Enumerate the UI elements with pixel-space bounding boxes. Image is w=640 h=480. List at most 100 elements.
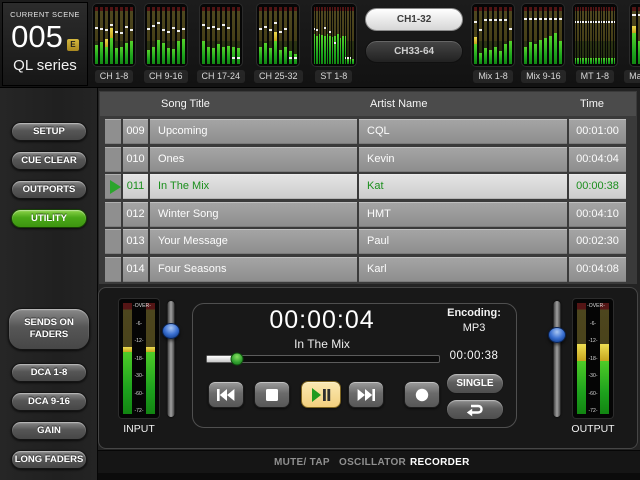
meter-bar	[509, 7, 512, 64]
meter-bar	[334, 7, 336, 64]
transport-next-button[interactable]	[348, 381, 384, 408]
scene-panel[interactable]: CURRENT SCENE 005 E QL series	[2, 2, 88, 86]
meter-bar	[603, 7, 605, 64]
artist-name-cell: Kevin	[359, 147, 567, 172]
meter-bar	[125, 7, 128, 64]
meter-group-label: Mix 9-16	[521, 70, 566, 83]
sidebar-button-dca-1-8[interactable]: DCA 1-8	[11, 363, 87, 382]
song-time-cell: 00:04:08	[569, 257, 626, 282]
meter-bar	[222, 7, 225, 64]
encoding-value: MP3	[432, 322, 516, 334]
tab-oscillator[interactable]: OSCILLATOR	[339, 451, 406, 474]
song-title-cell: Your Message	[150, 229, 357, 254]
sidebar-button-outports[interactable]: OUTPORTS	[11, 180, 87, 199]
meter-bar	[598, 7, 600, 64]
transport-previous-button[interactable]	[208, 381, 244, 408]
meter-group-label: CH 9-16	[144, 70, 188, 83]
meter-bar	[289, 7, 292, 64]
play-indicator-cell	[105, 229, 121, 254]
meter-bar	[632, 7, 636, 64]
song-number-cell: 012	[123, 202, 148, 227]
output-fader-track[interactable]	[554, 301, 561, 417]
song-title-cell: Four Seasons	[150, 257, 357, 282]
current-song-display: In The Mix	[212, 337, 432, 351]
meter-bar	[152, 7, 155, 64]
meter-bar	[269, 7, 272, 64]
transport-record-button[interactable]	[404, 381, 440, 408]
sidebar-button-setup[interactable]: SETUP	[11, 122, 87, 141]
sidebar-button-cue-clear[interactable]: CUE CLEAR	[11, 151, 87, 170]
play-icon	[110, 180, 121, 194]
meter-display	[93, 4, 135, 66]
meter-bar	[580, 7, 582, 64]
meter-bar	[474, 7, 477, 64]
song-row[interactable]: 013Your MessagePaul00:02:30	[98, 229, 638, 254]
meter-bar	[524, 7, 527, 64]
meter-bar	[147, 7, 150, 64]
bank-button-ch33-64[interactable]: CH33-64	[365, 40, 463, 63]
meter-bar	[549, 7, 552, 64]
input-fader-track[interactable]	[168, 301, 175, 417]
meter-group: CH 17-24	[197, 4, 246, 83]
meter-group: ST 1-8	[312, 4, 357, 83]
sidebar-button-dca-9-16[interactable]: DCA 9-16	[11, 392, 87, 411]
meter-bar	[554, 7, 557, 64]
single-mode-button[interactable]: SINGLE	[446, 373, 504, 394]
song-row[interactable]: 010OnesKevin00:04:04	[98, 147, 638, 172]
song-row[interactable]: 011In The MixKat00:00:38	[98, 174, 638, 199]
repeat-button[interactable]	[446, 399, 504, 420]
input-meter-label: INPUT	[109, 423, 169, 435]
meter-group: CH 25-32	[254, 4, 303, 83]
meter-bar	[324, 7, 326, 64]
song-row[interactable]: 014Four SeasonsKarl00:04:08	[98, 257, 638, 282]
meter-bridge: CH 1-8CH 9-16CH 17-24CH 25-32ST 1-8 CH1-…	[93, 4, 640, 83]
meter-bar	[582, 7, 584, 64]
bank-button-ch1-32[interactable]: CH1-32	[365, 8, 463, 31]
meter-bar	[590, 7, 592, 64]
progress-handle[interactable]	[231, 353, 244, 366]
meter-bar	[337, 7, 339, 64]
meter-bar	[316, 7, 318, 64]
meter-bar	[494, 7, 497, 64]
meter-bar	[611, 7, 613, 64]
scene-edit-badge: E	[67, 39, 79, 51]
progress-bar[interactable]	[206, 355, 440, 363]
meter-bar	[352, 7, 354, 64]
tab-mute-tap[interactable]: MUTE/ TAP	[274, 451, 330, 474]
song-number-cell: 013	[123, 229, 148, 254]
output-fader-knob[interactable]	[548, 327, 566, 343]
meter-display	[573, 4, 618, 66]
elapsed-time-display: 00:00:04	[212, 306, 432, 335]
meter-bar	[345, 7, 347, 64]
input-fader-knob[interactable]	[162, 323, 180, 339]
artist-name-cell: CQL	[359, 119, 567, 144]
meter-bar	[595, 7, 597, 64]
meter-group-label: ST 1-8	[315, 70, 352, 83]
stop-icon	[265, 388, 279, 402]
song-row[interactable]: 012Winter SongHMT00:04:10	[98, 202, 638, 227]
meter-bar	[577, 7, 579, 64]
song-row[interactable]: 009UpcomingCQL00:01:00	[98, 119, 638, 144]
current-scene-label: CURRENT SCENE	[3, 10, 87, 19]
transport-play-pause-button[interactable]	[301, 381, 341, 408]
sidebar-button-utility[interactable]: UTILITY	[11, 209, 87, 228]
meter-bar	[544, 7, 547, 64]
sidebar-button-long-faders[interactable]: LONG FADERS	[11, 450, 87, 469]
song-title-cell: Ones	[150, 147, 357, 172]
song-table-rows: 009UpcomingCQL00:01:00 010OnesKevin00:04:…	[98, 119, 638, 282]
meter-display	[200, 4, 242, 66]
meter-bar	[130, 7, 133, 64]
sidebar-button-sends-on-faders[interactable]: SENDS ON FADERS	[8, 308, 90, 350]
transport-stop-button[interactable]	[254, 381, 290, 408]
tab-recorder[interactable]: RECORDER	[410, 451, 470, 474]
play-pause-icon	[312, 388, 331, 402]
meter-scale: -OVER--6--12--18--30--60--72-	[132, 303, 146, 414]
header-song-title: Song Title	[152, 92, 359, 116]
meter-bar	[232, 7, 235, 64]
meter-bar	[329, 7, 331, 64]
meter-bar	[559, 7, 562, 64]
sidebar-button-gain[interactable]: GAIN	[11, 421, 87, 440]
meter-bar	[327, 7, 329, 64]
meter-bar	[484, 7, 487, 64]
song-time-cell: 00:02:30	[569, 229, 626, 254]
